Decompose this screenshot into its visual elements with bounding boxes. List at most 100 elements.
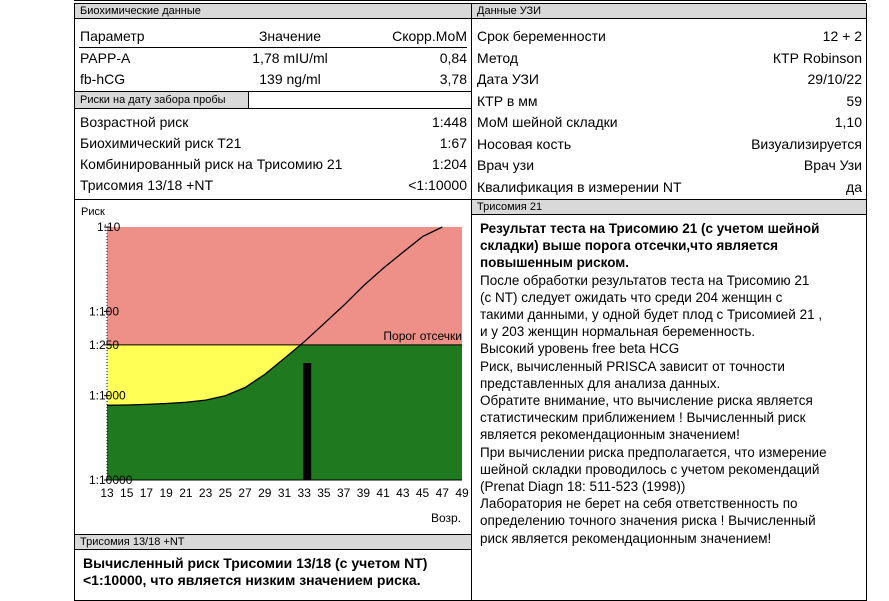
- t21-text-line: Лаборатория не берет на себя ответственн…: [480, 496, 798, 512]
- risk-subheader-text: Риски на дату забора пробы: [80, 94, 226, 106]
- biochem-column-headers: Параметр Значение Скорр.МоМ: [75, 26, 471, 47]
- risk-value: <1:10000: [408, 177, 467, 193]
- param-value: 1,78 mIU/ml: [252, 50, 328, 66]
- t21-text-line: определению точного значения риска ! Выч…: [480, 513, 816, 529]
- usi-label: Дата УЗИ: [477, 71, 539, 87]
- risk-subheader: Риски на дату забора пробы: [75, 91, 471, 109]
- usi-header: Данные УЗИ: [472, 4, 866, 19]
- usi-label: МоМ шейной складки: [477, 114, 618, 130]
- usi-row: Метод КТР Robinson: [472, 48, 866, 69]
- x-tick-label: 23: [199, 486, 213, 500]
- risk-subheader-label: Риски на дату забора пробы: [75, 92, 249, 108]
- x-tick-label: 49: [455, 486, 469, 500]
- x-tick-label: 47: [436, 486, 450, 500]
- t21-text-line: После обработки результатов теста на Три…: [480, 272, 810, 288]
- t21-text-line: риск является рекомендационным значением…: [480, 530, 772, 546]
- x-tick-label: 17: [140, 486, 154, 500]
- usi-label: Носовая кость: [477, 135, 572, 152]
- x-tick-label: 31: [278, 486, 292, 500]
- x-tick-label: 25: [219, 486, 233, 500]
- x-tick-label: 45: [416, 486, 430, 500]
- t1318-line: Вычисленный риск Трисомии 13/18 (с учето…: [83, 555, 428, 571]
- param-mom: 3,78: [439, 71, 467, 87]
- x-tick-label: 21: [179, 486, 193, 500]
- usi-value: 1,10: [834, 114, 862, 130]
- usi-value: 29/10/22: [807, 71, 863, 87]
- x-tick-label: 35: [317, 486, 331, 500]
- risk-row: Биохимический риск T21 1:67: [75, 133, 471, 154]
- t21-text-line: статистическим приближением ! Вычисленны…: [480, 410, 806, 426]
- t21-text-line: Обратите внимание, что вычисление риска …: [480, 393, 813, 408]
- usi-label: Врач узи: [477, 157, 535, 173]
- usi-value: да: [846, 178, 862, 195]
- t21-panel: Трисомия 21 Результат теста на Трисомию …: [471, 199, 867, 601]
- usi-row: Срок беременности 12 + 2: [472, 26, 866, 47]
- risk-row: Возрастной риск 1:448: [75, 112, 471, 133]
- t21-text-line: Риск, вычисленный PRISCA зависит от точн…: [480, 358, 785, 374]
- t21-text-line: такими данными, у одной будет плод с Три…: [480, 307, 823, 322]
- usi-row: Квалификация в измерении NT да: [472, 177, 866, 198]
- usi-label: Срок беременности: [477, 28, 606, 44]
- usi-value: 59: [846, 92, 862, 109]
- usi-label: Метод: [477, 49, 519, 66]
- risk-value: 1:448: [431, 114, 467, 130]
- x-tick-label: 39: [357, 486, 371, 500]
- usi-panel: Данные УЗИ Срок беременности 12 + 2 Метод К…: [471, 3, 867, 200]
- risk-label: Возрастной риск: [80, 114, 189, 130]
- biochem-panel: Биохимические данные Параметр Значение С…: [74, 3, 472, 200]
- usi-row: МоМ шейной складки 1,10: [472, 112, 866, 133]
- usi-label: КТР в мм: [477, 92, 538, 109]
- risk-row: Комбинированный риск на Трисомию 21 1:20…: [75, 154, 471, 175]
- t21-conclusion-line: Результат теста на Трисомию 21 (с учетом…: [480, 221, 820, 236]
- t21-text-line: Высокий уровень free beta HCG: [480, 341, 680, 357]
- usi-row: Врач узи Врач Узи: [472, 155, 866, 176]
- high-risk-zone: [107, 227, 462, 345]
- col-param: Параметр: [80, 28, 145, 44]
- x-tick-label: 41: [376, 486, 390, 500]
- table-row: fb-hCG 139 ng/ml 3,78: [75, 69, 471, 90]
- risk-label: Комбинированный риск на Трисомию 21: [80, 156, 343, 172]
- param-name: fb-hCG: [80, 71, 126, 87]
- x-tick-label: 43: [396, 486, 410, 500]
- t21-conclusion-line: повышенным риском.: [480, 255, 630, 271]
- threshold-label: Порог отсечки: [383, 329, 462, 343]
- x-tick-label: 19: [159, 486, 173, 500]
- x-tick-label: 15: [120, 486, 134, 500]
- x-tick-label: 33: [298, 486, 312, 500]
- t1318-panel: Трисомия 13/18 +NT Вычисленный риск Трис…: [74, 534, 472, 601]
- col-value: Значение: [258, 28, 322, 44]
- col-mom: Скорр.МоМ: [392, 28, 467, 44]
- usi-row: Дата УЗИ 29/10/22: [472, 69, 866, 90]
- table-row: PAPP-A 1,78 mIU/ml 0,84: [75, 48, 471, 69]
- t1318-line: <1:10000, что является низким значением …: [83, 572, 421, 588]
- risk-chart: 1:101:1001:2501:10001:1000013 15 17 19 21 23 2…: [89, 220, 469, 500]
- risk-row: Трисомия 13/18 +NT <1:10000: [75, 175, 471, 196]
- risk-chart-panel: Риск Возр. 1:10 1:100 1:250 1:1000 1:10000 13…: [74, 199, 472, 535]
- patient-age-marker: [303, 363, 312, 480]
- t21-text-line: (с NT) следует ожидать что среди 204 жен…: [480, 289, 783, 305]
- usi-label: Квалификация в измерении NT: [477, 178, 682, 195]
- t21-conclusion-line: складки) выше порога отсечки,что являетс…: [480, 238, 779, 254]
- t21-text-line: При вычислении риска предполагается, что…: [480, 444, 827, 460]
- t21-text-line: и у 203 женщин нормальная беременность.: [480, 324, 756, 340]
- usi-value: Врач Узи: [803, 157, 862, 173]
- x-tick-label: 29: [258, 486, 272, 500]
- param-mom: 0,84: [439, 50, 467, 66]
- t21-text-line: (Prenat Diagn 18: 511-523 (1998)): [480, 479, 686, 494]
- x-tick-label: 37: [337, 486, 351, 500]
- t21-header: Трисомия 21: [472, 200, 866, 215]
- usi-value: КТР Robinson: [772, 49, 862, 66]
- param-name: PAPP-A: [80, 50, 131, 66]
- t21-text-line: шейной складки проводилось с учетом реко…: [480, 461, 820, 477]
- usi-value: Визуализируется: [751, 135, 862, 152]
- top-border: [74, 0, 866, 1]
- biochem-header: Биохимические данные: [75, 4, 471, 19]
- x-tick-label: 13: [100, 486, 114, 500]
- x-tick-label: 27: [238, 486, 252, 500]
- usi-value: 12 + 2: [822, 28, 862, 44]
- risk-value: 1:67: [439, 135, 467, 151]
- y-tick-label: 1:10000: [89, 473, 133, 487]
- t21-text-line: является рекомендационным значением!: [480, 427, 740, 443]
- risk-label: Трисомия 13/18 +NT: [80, 177, 213, 193]
- risk-value: 1:204: [431, 156, 467, 172]
